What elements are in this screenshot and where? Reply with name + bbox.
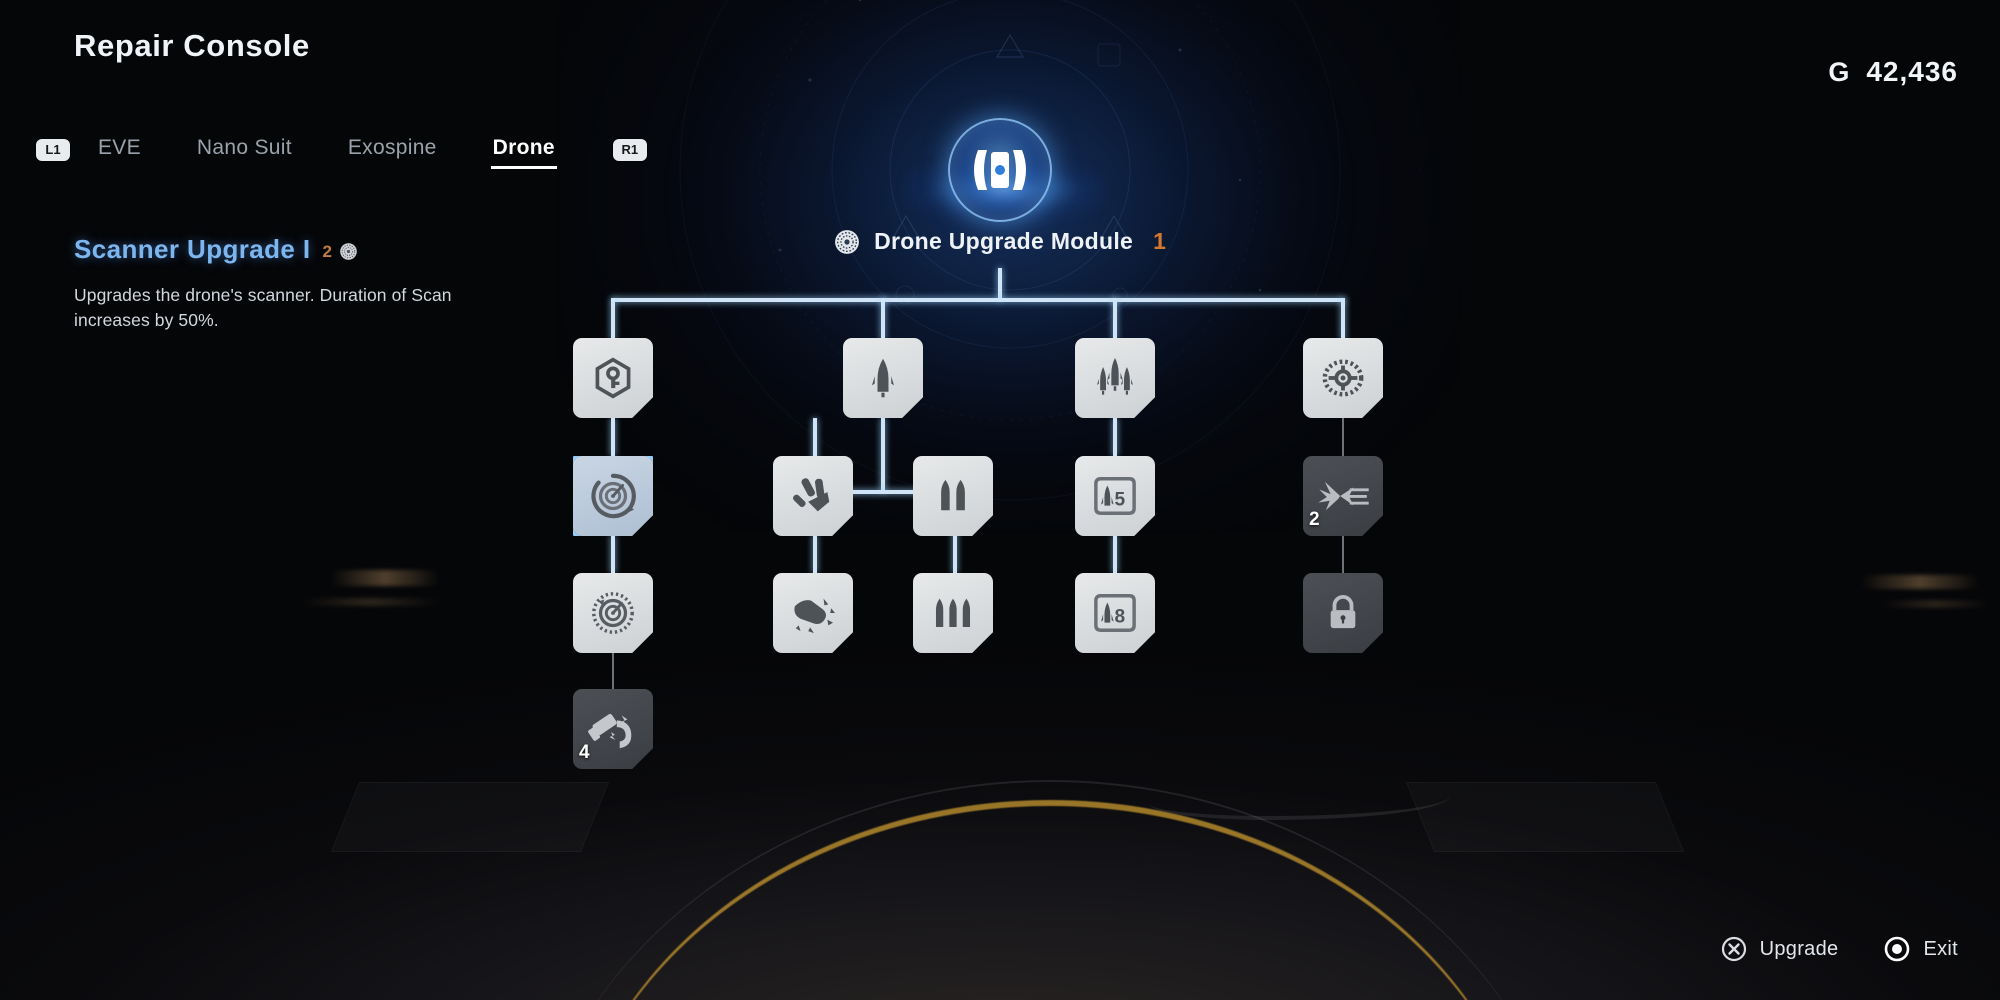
skill-node-padlock[interactable] bbox=[1303, 573, 1383, 653]
skill-node-rocket-count-5[interactable]: 5 bbox=[1075, 456, 1155, 536]
edge-col3-r2-r3 bbox=[1113, 535, 1117, 573]
missile-salvo-icon bbox=[1097, 357, 1133, 395]
skill-node-missile-salvo[interactable] bbox=[1075, 338, 1155, 418]
edge-col2-down bbox=[881, 418, 885, 492]
edge-trunk bbox=[998, 268, 1002, 300]
skill-node-two-bullets[interactable] bbox=[913, 456, 993, 536]
magnet-shock-icon bbox=[588, 713, 632, 749]
impact-arrow-icon bbox=[1318, 481, 1369, 511]
skill-node-badge: 4 bbox=[579, 742, 590, 763]
edge-col1-r1-r2 bbox=[611, 418, 615, 456]
edge-col1-r2-r3 bbox=[611, 535, 615, 573]
edge-branch-2 bbox=[881, 298, 885, 340]
edge-branch-3 bbox=[1113, 298, 1117, 340]
explosive-round-icon bbox=[794, 598, 835, 634]
rocket-count-8-icon: 8 bbox=[1094, 594, 1136, 632]
action-upgrade[interactable]: Upgrade bbox=[1721, 936, 1839, 962]
rocket-count-label: 5 bbox=[1114, 490, 1125, 511]
skill-node-gear-target[interactable] bbox=[1303, 338, 1383, 418]
edge-branch-1 bbox=[611, 298, 615, 340]
skill-tree: 5 2 8 4 bbox=[0, 0, 2000, 1000]
rocket-count-label: 8 bbox=[1114, 607, 1125, 628]
cross-button-icon bbox=[1721, 936, 1746, 962]
skill-node-radar-sweep[interactable] bbox=[573, 456, 653, 536]
footer-prompts: Upgrade Exit bbox=[1721, 936, 1958, 962]
skill-node-radar-dial[interactable] bbox=[573, 573, 653, 653]
radar-sweep-icon bbox=[591, 473, 636, 519]
circle-button-icon bbox=[1885, 936, 1910, 962]
edge-horizontal-bus bbox=[613, 298, 1345, 302]
three-bullets-icon bbox=[935, 598, 971, 627]
key-hexagon-icon bbox=[595, 357, 631, 399]
edge-branch-4 bbox=[1341, 298, 1345, 340]
skill-node-rocket[interactable] bbox=[843, 338, 923, 418]
action-exit[interactable]: Exit bbox=[1884, 936, 1958, 962]
edge-col2-left-down bbox=[813, 535, 817, 573]
rocket-count-5-icon: 5 bbox=[1094, 477, 1136, 515]
skill-node-badge: 2 bbox=[1309, 509, 1320, 530]
skill-node-impact-arrow[interactable]: 2 bbox=[1303, 456, 1383, 536]
padlock-icon bbox=[1330, 595, 1356, 629]
repair-console-screen: Repair Console G 42,436 L1 EVE Nano Suit… bbox=[0, 0, 2000, 1000]
skill-node-shrapnel[interactable] bbox=[773, 456, 853, 536]
skill-node-three-bullets[interactable] bbox=[913, 573, 993, 653]
shrapnel-icon bbox=[792, 478, 830, 512]
edge-col4-r2-r3 bbox=[1342, 535, 1344, 573]
skill-node-key-hexagon[interactable] bbox=[573, 338, 653, 418]
skill-node-rocket-count-8[interactable]: 8 bbox=[1075, 573, 1155, 653]
skill-node-explosive-round[interactable] bbox=[773, 573, 853, 653]
edge-col1-r3-r4 bbox=[612, 653, 614, 689]
radar-dial-icon bbox=[592, 592, 634, 634]
two-bullets-icon bbox=[941, 479, 965, 511]
gear-target-icon bbox=[1322, 359, 1364, 397]
action-exit-label: Exit bbox=[1923, 937, 1958, 960]
edge-col4-r1-r2 bbox=[1342, 418, 1344, 456]
skill-node-magnet-shock[interactable]: 4 bbox=[573, 689, 653, 769]
rocket-icon bbox=[872, 358, 894, 398]
action-upgrade-label: Upgrade bbox=[1759, 937, 1839, 960]
edge-col3-r1-r2 bbox=[1113, 418, 1117, 456]
